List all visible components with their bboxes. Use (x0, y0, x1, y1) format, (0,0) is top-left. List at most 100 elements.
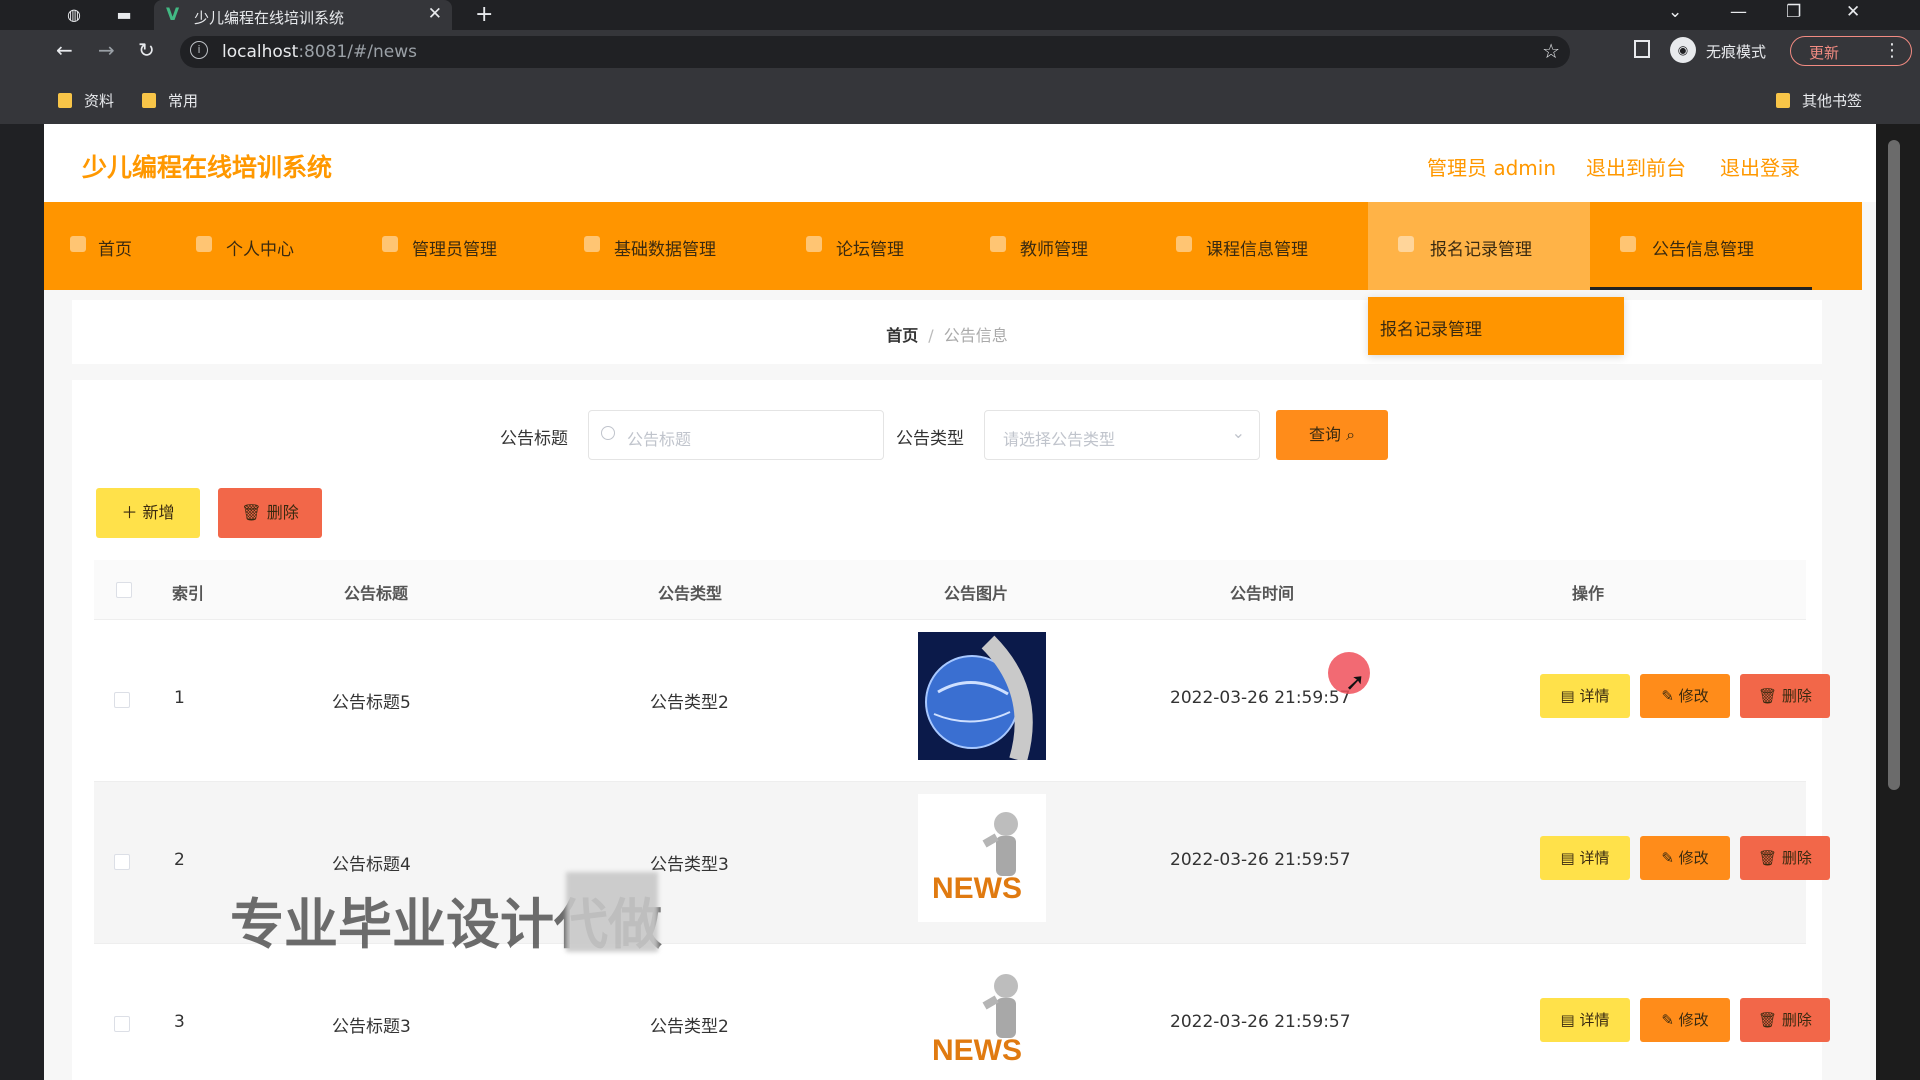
select-all-checkbox[interactable] (116, 582, 132, 598)
row-time: 2022-03-26 21:59:57 (1170, 850, 1351, 870)
table-row: 1 公告标题5 公告类型2 2022-03-26 21:59:57 ▤ 详情 ✎… (94, 620, 1830, 782)
header-actions: 操作 (1572, 584, 1605, 603)
news-figure-image[interactable]: NEWS (918, 794, 1046, 922)
title-search-input[interactable]: 公告标题 (588, 410, 884, 460)
reload-icon[interactable]: ↻ (138, 38, 155, 62)
row-index: 1 (174, 688, 185, 708)
side-panel-icon[interactable] (1634, 40, 1650, 58)
type-select[interactable]: 请选择公告类型 ⌄ (984, 410, 1260, 460)
update-button[interactable]: 更新 ⋮ (1790, 36, 1912, 66)
exit-to-front-link[interactable]: 退出到前台 (1586, 152, 1686, 181)
type-filter-label: 公告类型 (896, 429, 964, 449)
row-title: 公告标题5 (332, 693, 411, 713)
breadcrumb-home[interactable]: 首页 (886, 326, 918, 345)
url-text: localhost:8081/#/news (222, 42, 417, 62)
address-bar[interactable]: i localhost:8081/#/news ☆ (180, 36, 1570, 68)
menu-dots-icon[interactable]: ⋮ (1883, 40, 1901, 61)
search-icon: ⌕ (1346, 425, 1356, 444)
site-info-icon[interactable]: i (190, 41, 208, 59)
teacher-icon (990, 236, 1006, 252)
row-index: 2 (174, 850, 185, 870)
close-window-icon[interactable]: ✕ (1846, 2, 1860, 22)
home-icon (70, 236, 86, 252)
browser-tab[interactable]: V 少儿编程在线培训系统 ✕ (154, 0, 452, 30)
logout-link[interactable]: 退出登录 (1720, 152, 1800, 181)
dropdown-item-enrollment[interactable]: 报名记录管理 (1380, 315, 1482, 340)
chevron-down-icon: ⌄ (1231, 423, 1245, 442)
batch-delete-button[interactable]: 🗑 删除 (218, 488, 322, 538)
edit-button[interactable]: ✎ 修改 (1640, 836, 1730, 880)
header-image: 公告图片 (944, 584, 1009, 603)
detail-icon: ▤ (1560, 687, 1575, 705)
edit-icon: ✎ (1661, 1011, 1674, 1029)
update-label: 更新 (1809, 44, 1840, 62)
course-icon (1176, 236, 1192, 252)
row-checkbox[interactable] (114, 854, 130, 870)
bookmark-folder-2[interactable]: 常用 (142, 90, 198, 111)
scrollbar-thumb[interactable] (1888, 140, 1900, 790)
nav-item-enrollment[interactable]: 报名记录管理 (1368, 202, 1590, 290)
nav-item-course[interactable]: 课程信息管理 (1176, 202, 1346, 290)
news-figure-image[interactable]: NEWS (918, 956, 1046, 1080)
globe-icon[interactable]: ◍ (64, 6, 84, 24)
admin-label: 管理员 admin (1427, 156, 1557, 180)
minimize-icon[interactable]: — (1730, 2, 1747, 22)
enrollment-dropdown: 报名记录管理 (1368, 297, 1624, 355)
notice-icon (1620, 236, 1636, 252)
browser-window: ◍ ▬ V 少儿编程在线培训系统 ✕ + ⌄ — ❐ ✕ ← → ↻ i loc… (0, 0, 1920, 1080)
detail-button[interactable]: ▤ 详情 (1540, 998, 1630, 1042)
table-row: 3 公告标题3 公告类型2 NEWS 2022-03-26 21:59:57 ▤… (94, 944, 1830, 1080)
other-bookmarks[interactable]: 其他书签 (1776, 90, 1862, 111)
detail-button[interactable]: ▤ 详情 (1540, 674, 1630, 718)
globe-news-image[interactable] (918, 632, 1046, 760)
delete-button[interactable]: 🗑 删除 (1740, 674, 1830, 718)
row-title: 公告标题3 (332, 1017, 411, 1037)
delete-button[interactable]: 🗑 删除 (1740, 836, 1830, 880)
edit-button[interactable]: ✎ 修改 (1640, 998, 1730, 1042)
back-icon[interactable]: ← (56, 38, 73, 62)
bookmark-folder-1[interactable]: 资料 (58, 90, 114, 111)
nav-item-forum[interactable]: 论坛管理 (806, 202, 946, 290)
new-tab-icon[interactable]: + (475, 2, 493, 27)
svg-text:NEWS: NEWS (932, 872, 1022, 905)
edit-icon: ✎ (1661, 849, 1674, 867)
nav-item-admin[interactable]: 管理员管理 (382, 202, 552, 290)
forward-icon[interactable]: → (98, 38, 115, 62)
batch-delete-label: 删除 (266, 503, 299, 522)
main-nav: 首页 个人中心 管理员管理 基础数据管理 论坛管理 教师管理 课程信息管理 报名… (44, 202, 1862, 290)
edit-button[interactable]: ✎ 修改 (1640, 674, 1730, 718)
trash-icon: 🗑 (1758, 687, 1778, 705)
browser-toolbar: ← → ↻ i localhost:8081/#/news ☆ (0, 30, 1920, 74)
tab-search-icon[interactable]: ▬ (114, 6, 134, 24)
restore-icon[interactable]: ❐ (1786, 2, 1801, 22)
trash-icon: 🗑 (241, 503, 262, 522)
detail-button[interactable]: ▤ 详情 (1540, 836, 1630, 880)
row-type: 公告类型2 (650, 1017, 729, 1037)
folder-icon (58, 93, 72, 108)
delete-button[interactable]: 🗑 删除 (1740, 998, 1830, 1042)
incognito-indicator[interactable]: ◉ 无痕模式 (1670, 36, 1786, 64)
nav-item-basic-data[interactable]: 基础数据管理 (584, 202, 764, 290)
table-header: 索引 公告标题 公告类型 公告图片 公告时间 操作 (94, 560, 1806, 620)
nav-item-teacher[interactable]: 教师管理 (990, 202, 1130, 290)
breadcrumb-current: 公告信息 (943, 326, 1008, 345)
folder-icon (142, 93, 156, 108)
nav-item-home[interactable]: 首页 (70, 202, 180, 290)
page-scrollbar[interactable] (1876, 124, 1920, 1080)
row-time: 2022-03-26 21:59:57 (1170, 1012, 1351, 1032)
data-icon (584, 236, 600, 252)
detail-icon: ▤ (1560, 849, 1575, 867)
type-placeholder: 请选择公告类型 (1003, 430, 1116, 449)
row-checkbox[interactable] (114, 1016, 130, 1032)
row-checkbox[interactable] (114, 692, 130, 708)
query-button[interactable]: 查询 ⌕ (1276, 410, 1388, 460)
add-button[interactable]: ＋ 新增 (96, 488, 200, 538)
close-tab-icon[interactable]: ✕ (428, 4, 442, 24)
title-placeholder: 公告标题 (627, 430, 692, 449)
tab-list-icon[interactable]: ⌄ (1668, 2, 1682, 22)
nav-item-notice[interactable]: 公告信息管理 (1590, 202, 1812, 290)
nav-item-profile[interactable]: 个人中心 (196, 202, 346, 290)
edit-icon: ✎ (1661, 687, 1674, 705)
bookmark-star-icon[interactable]: ☆ (1542, 39, 1560, 63)
site-logo[interactable]: 少儿编程在线培训系统 (82, 148, 332, 184)
